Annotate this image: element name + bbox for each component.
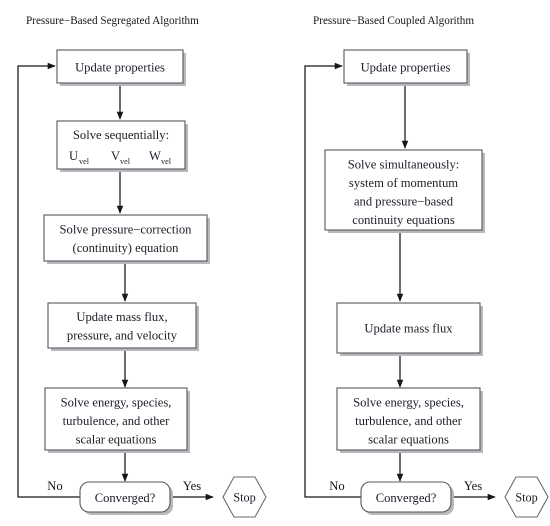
seg-var-w-base: W: [149, 149, 161, 163]
seg-var-v-base: V: [111, 149, 120, 163]
cou-converged-label: Converged?: [376, 491, 437, 505]
cou-converged-node[interactable]: Converged?: [360, 481, 454, 515]
cou-update-mass-flux-node[interactable]: Update mass flux: [336, 302, 483, 356]
seg-converged-label: Converged?: [95, 491, 156, 505]
cou-update-mass-flux-label: Update mass flux: [364, 322, 453, 336]
seg-update-mass-flux-line1: Update mass flux,: [76, 310, 167, 324]
seg-update-properties-node[interactable]: Update properties: [56, 49, 186, 86]
seg-solve-sequentially-node[interactable]: Solve sequentially: U vel V vel W vel: [56, 120, 188, 172]
cou-solve-energy-line1: Solve energy, species,: [353, 396, 464, 410]
cou-solve-simultaneously-line2: system of momentum: [349, 176, 458, 190]
coupled-title: Pressure−Based Coupled Algorithm: [313, 15, 474, 27]
seg-var-u-base: U: [69, 149, 78, 163]
seg-solve-sequentially-label: Solve sequentially:: [73, 128, 169, 142]
cou-edge-label-no: No: [329, 479, 344, 493]
cou-update-properties-label: Update properties: [361, 61, 451, 75]
cou-solve-simultaneously-line4: continuity equations: [352, 213, 455, 227]
cou-solve-energy-line3: scalar equations: [368, 433, 449, 447]
seg-solve-energy-line1: Solve energy, species,: [61, 396, 172, 410]
cou-solve-simultaneously-line3: and pressure−based: [354, 195, 454, 209]
cou-edge-label-yes: Yes: [464, 479, 482, 493]
segregated-title: Pressure−Based Segregated Algorithm: [26, 15, 199, 27]
seg-pressure-correction-line1: Solve pressure−correction: [60, 223, 193, 237]
cou-solve-energy-line2: turbulence, and other: [355, 414, 462, 428]
seg-update-mass-flux-node[interactable]: Update mass flux, pressure, and velocity: [47, 302, 199, 351]
seg-update-mass-flux-line2: pressure, and velocity: [67, 329, 178, 343]
seg-solve-energy-line2: turbulence, and other: [63, 414, 170, 428]
cou-solve-simultaneously-line1: Solve simultaneously:: [348, 158, 460, 172]
cou-stop-label: Stop: [515, 491, 537, 505]
seg-pressure-correction-node[interactable]: Solve pressure−correction (continuity) e…: [43, 214, 210, 264]
cou-solve-energy-node[interactable]: Solve energy, species, turbulence, and o…: [336, 387, 483, 453]
seg-converged-node[interactable]: Converged?: [79, 481, 173, 515]
seg-pressure-correction-line2: (continuity) equation: [73, 241, 180, 255]
seg-var-v-sub: vel: [120, 157, 131, 166]
cou-solve-simultaneously-node[interactable]: Solve simultaneously: system of momentum…: [324, 149, 485, 233]
seg-update-properties-label: Update properties: [75, 61, 165, 75]
seg-stop-label: Stop: [233, 491, 255, 505]
seg-solve-energy-node[interactable]: Solve energy, species, turbulence, and o…: [44, 387, 190, 453]
seg-var-u-sub: vel: [79, 157, 90, 166]
seg-edge-label-yes: Yes: [183, 479, 201, 493]
seg-var-w-sub: vel: [161, 157, 172, 166]
seg-solve-energy-line3: scalar equations: [76, 433, 157, 447]
cou-update-properties-node[interactable]: Update properties: [343, 49, 470, 86]
flowchart-diagram: Pressure−Based Segregated Algorithm Upda…: [0, 0, 550, 526]
seg-edge-label-no: No: [47, 479, 62, 493]
